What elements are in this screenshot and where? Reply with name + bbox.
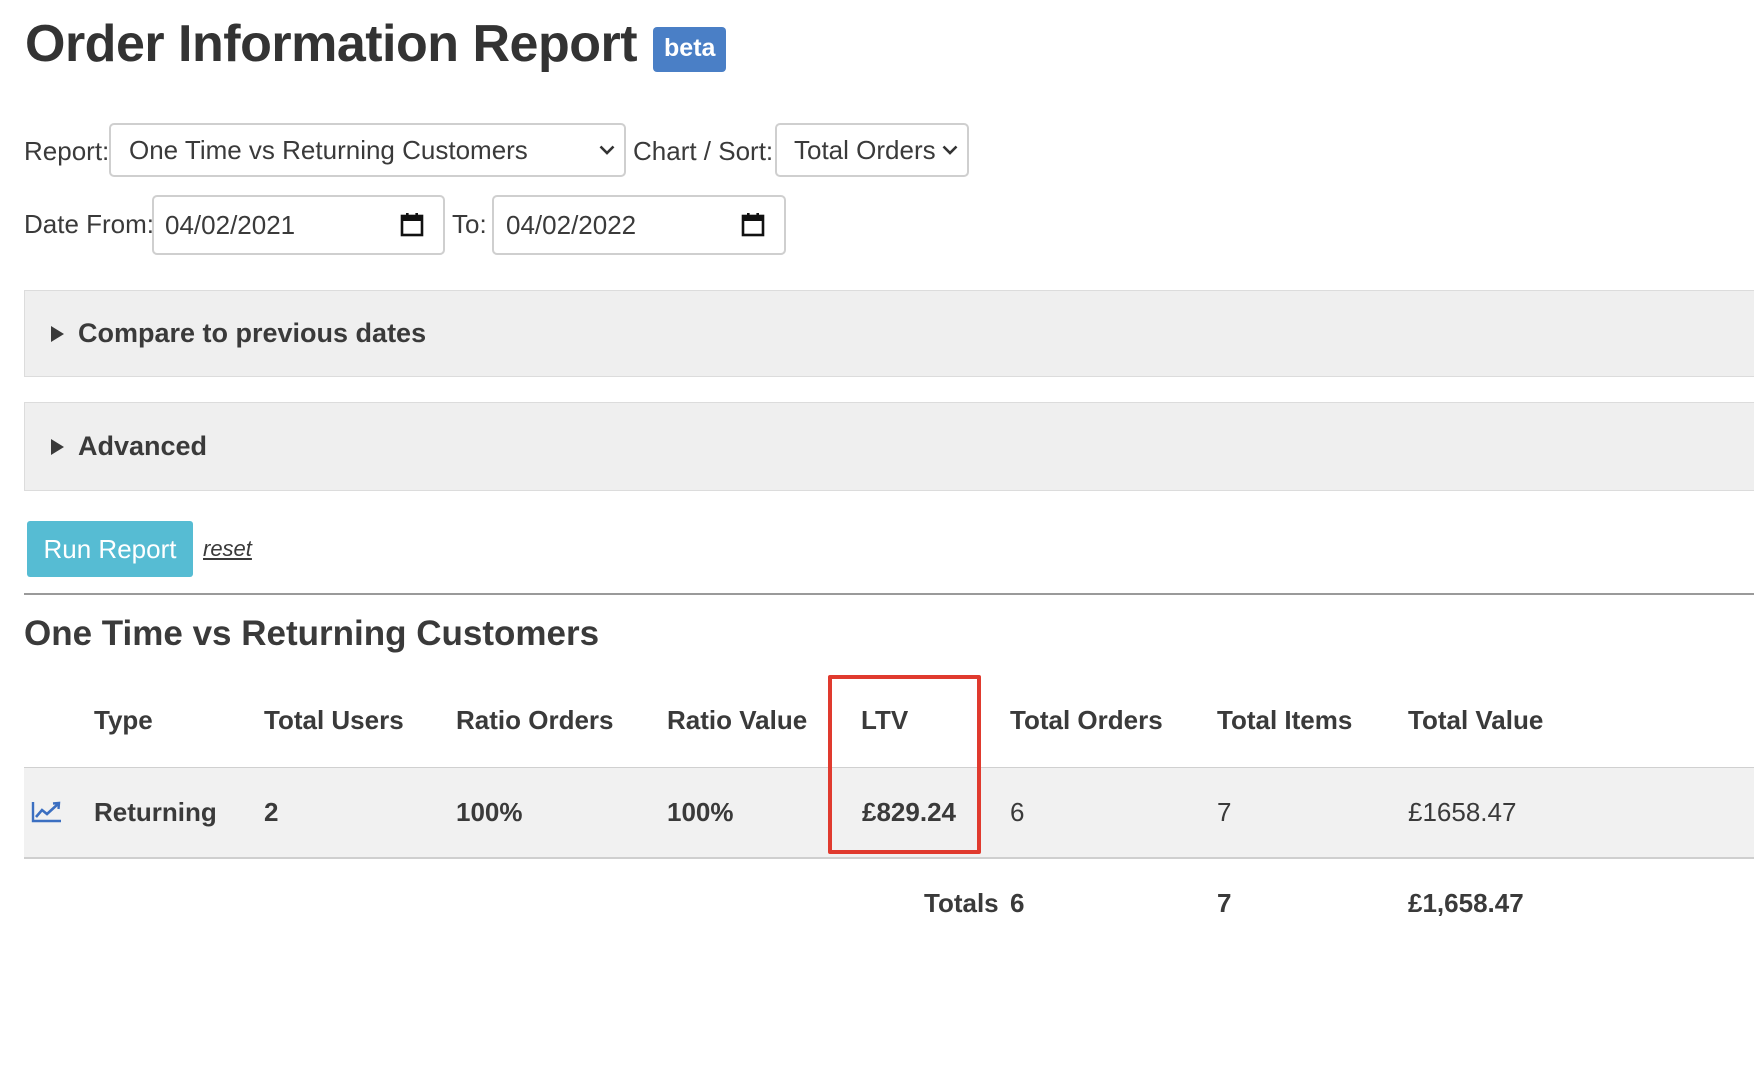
date-from-label: Date From: [24,209,155,239]
date-to-input[interactable]: 04/02/2022 [492,195,786,255]
column-header-total-users[interactable]: Total Users [264,705,404,736]
column-header-ratio-orders[interactable]: Ratio Orders [456,705,614,736]
line-chart-icon[interactable] [31,800,63,824]
to-label: To: [452,209,487,239]
cell-type: Returning [94,797,217,827]
results-title: One Time vs Returning Customers [24,614,600,653]
column-header-ratio-value[interactable]: Ratio Value [667,705,807,736]
date-from-value: 04/02/2021 [165,209,296,240]
page-title: Order Information Report [25,15,638,73]
page: Order Information Report beta Report: On… [0,0,1754,1068]
totals-items: 7 [1217,888,1232,918]
totals-label: Totals [924,888,999,918]
ltv-highlight-box [828,675,981,854]
column-header-total-orders[interactable]: Total Orders [1010,705,1163,736]
report-label: Report: [24,136,110,166]
cell-total-orders: 6 [1010,797,1025,827]
date-from-input[interactable]: 04/02/2021 [152,195,445,255]
calendar-icon[interactable] [738,210,768,240]
totals-orders: 6 [1010,888,1025,918]
title-row: Order Information Report beta [25,14,727,74]
column-header-type[interactable]: Type [94,705,153,736]
chevron-down-icon [596,139,618,161]
cell-ratio-value: 100% [667,797,734,827]
run-report-button[interactable]: Run Report [27,521,193,577]
expand-triangle-icon [51,438,64,455]
compare-panel-label: Compare to previous dates [78,318,427,348]
report-select[interactable]: One Time vs Returning Customers [109,123,626,177]
date-to-value: 04/02/2022 [506,209,637,240]
chart-sort-label: Chart / Sort: [633,136,774,166]
chart-sort-select[interactable]: Total Orders [775,123,969,177]
reset-link[interactable]: reset [203,536,252,562]
compare-panel[interactable]: Compare to previous dates [24,290,1754,377]
cell-total-value: £1658.47 [1408,797,1517,827]
chart-sort-select-value: Total Orders [794,134,936,165]
calendar-icon[interactable] [397,210,427,240]
cell-ratio-orders: 100% [456,797,523,827]
beta-badge: beta [653,26,727,72]
expand-triangle-icon [51,325,64,342]
advanced-panel[interactable]: Advanced [24,402,1754,491]
cell-total-users: 2 [264,797,279,827]
advanced-panel-label: Advanced [78,431,208,461]
cell-total-items: 7 [1217,797,1232,827]
report-select-value: One Time vs Returning Customers [129,134,528,165]
totals-value: £1,658.47 [1408,888,1524,918]
divider [24,593,1754,595]
column-header-total-value[interactable]: Total Value [1408,705,1543,736]
chevron-down-icon [939,139,961,161]
column-header-total-items[interactable]: Total Items [1217,705,1352,736]
